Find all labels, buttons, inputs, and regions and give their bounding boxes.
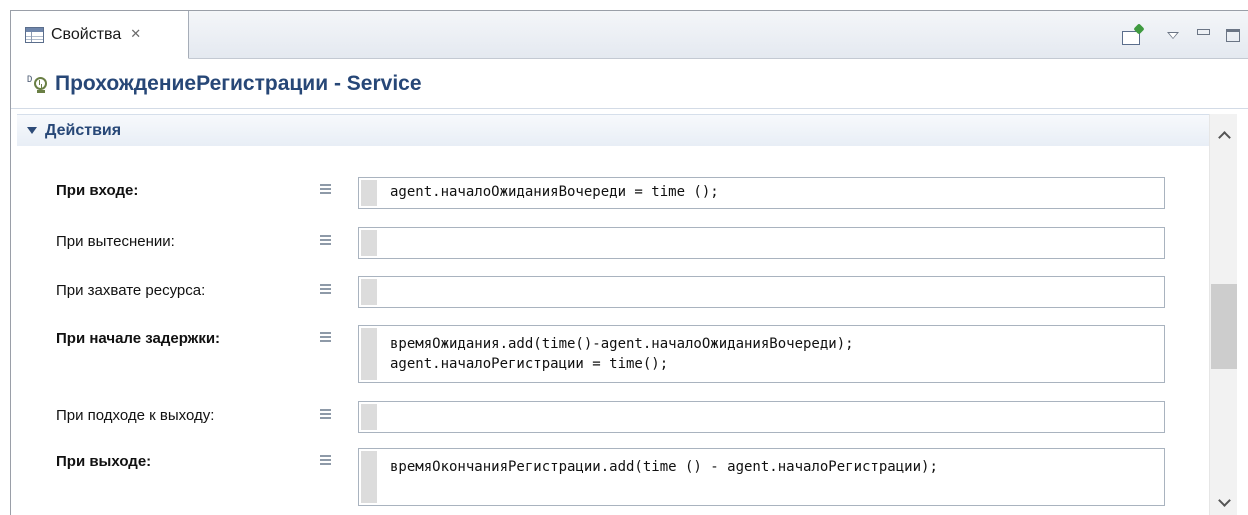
vertical-scrollbar[interactable]: [1209, 114, 1237, 515]
code-mode-icon[interactable]: [320, 455, 331, 467]
view-tab-bar: Свойства ✕: [11, 11, 1248, 59]
on-delay-start-label: При начале задержки:: [56, 330, 221, 347]
service-block-icon: D: [27, 74, 49, 94]
on-exit-code-field[interactable]: времяОкончанияРегистрации.add(time () - …: [358, 448, 1165, 506]
on-exit-approach-code-field[interactable]: [358, 401, 1165, 433]
properties-view: Свойства ✕ D ПрохождениеРегистрации - Se…: [10, 10, 1248, 515]
code-mode-icon[interactable]: [320, 184, 331, 196]
section-title: Действия: [45, 121, 122, 139]
on-exit-approach-label: При подходе к выходу:: [56, 407, 215, 424]
on-exit-label: При выходе:: [56, 453, 152, 470]
on-enter-label: При входе:: [56, 182, 139, 199]
code-mode-icon[interactable]: [320, 332, 331, 344]
view-toolbar: [1116, 21, 1248, 49]
on-enter-code-field[interactable]: agent.началоОжиданияВочереди = time ();: [358, 177, 1165, 209]
maximize-button[interactable]: [1218, 21, 1248, 49]
on-seize-resource-label: При захвате ресурса:: [56, 282, 206, 299]
chevron-down-icon: [1217, 494, 1231, 507]
properties-header: D ПрохождениеРегистрации - Service: [11, 60, 1248, 109]
tab-title: Свойства: [51, 25, 122, 43]
actions-section: Действия При входе: agent.началоОжидания…: [11, 110, 1248, 515]
code-text: agent.началоОжиданияВочереди = time ();: [390, 184, 719, 200]
page-title: ПрохождениеРегистрации - Service: [55, 72, 422, 95]
on-delay-start-code-field[interactable]: времяОжидания.add(time()-agent.началоОжи…: [358, 325, 1165, 383]
actions-section-header[interactable]: Действия: [17, 114, 1214, 146]
on-preempt-label: При вытеснении:: [56, 233, 175, 250]
close-icon[interactable]: ✕: [130, 28, 141, 41]
tab-properties[interactable]: Свойства ✕: [11, 11, 189, 59]
maximize-icon: [1226, 28, 1240, 42]
minimize-icon: [1196, 29, 1210, 35]
pin-view-button[interactable]: [1116, 21, 1146, 49]
scroll-down-button[interactable]: [1210, 490, 1238, 515]
view-menu-icon: [1167, 31, 1179, 39]
scrollbar-thumb[interactable]: [1211, 284, 1237, 369]
pin-view-icon: [1122, 31, 1140, 45]
minimize-button[interactable]: [1188, 21, 1218, 49]
chevron-up-icon: [1217, 131, 1231, 144]
code-mode-icon[interactable]: [320, 235, 331, 247]
view-menu-button[interactable]: [1158, 21, 1188, 49]
on-preempt-code-field[interactable]: [358, 227, 1165, 259]
code-text: времяОжидания.add(time()-agent.началоОжи…: [390, 336, 854, 372]
on-seize-resource-code-field[interactable]: [358, 276, 1165, 308]
scroll-up-button[interactable]: [1210, 122, 1238, 148]
expand-triangle-icon[interactable]: [27, 127, 37, 134]
code-mode-icon[interactable]: [320, 409, 331, 421]
code-text: времяОкончанияРегистрации.add(time () - …: [390, 459, 938, 475]
code-mode-icon[interactable]: [320, 284, 331, 296]
properties-table-icon: [25, 26, 44, 43]
